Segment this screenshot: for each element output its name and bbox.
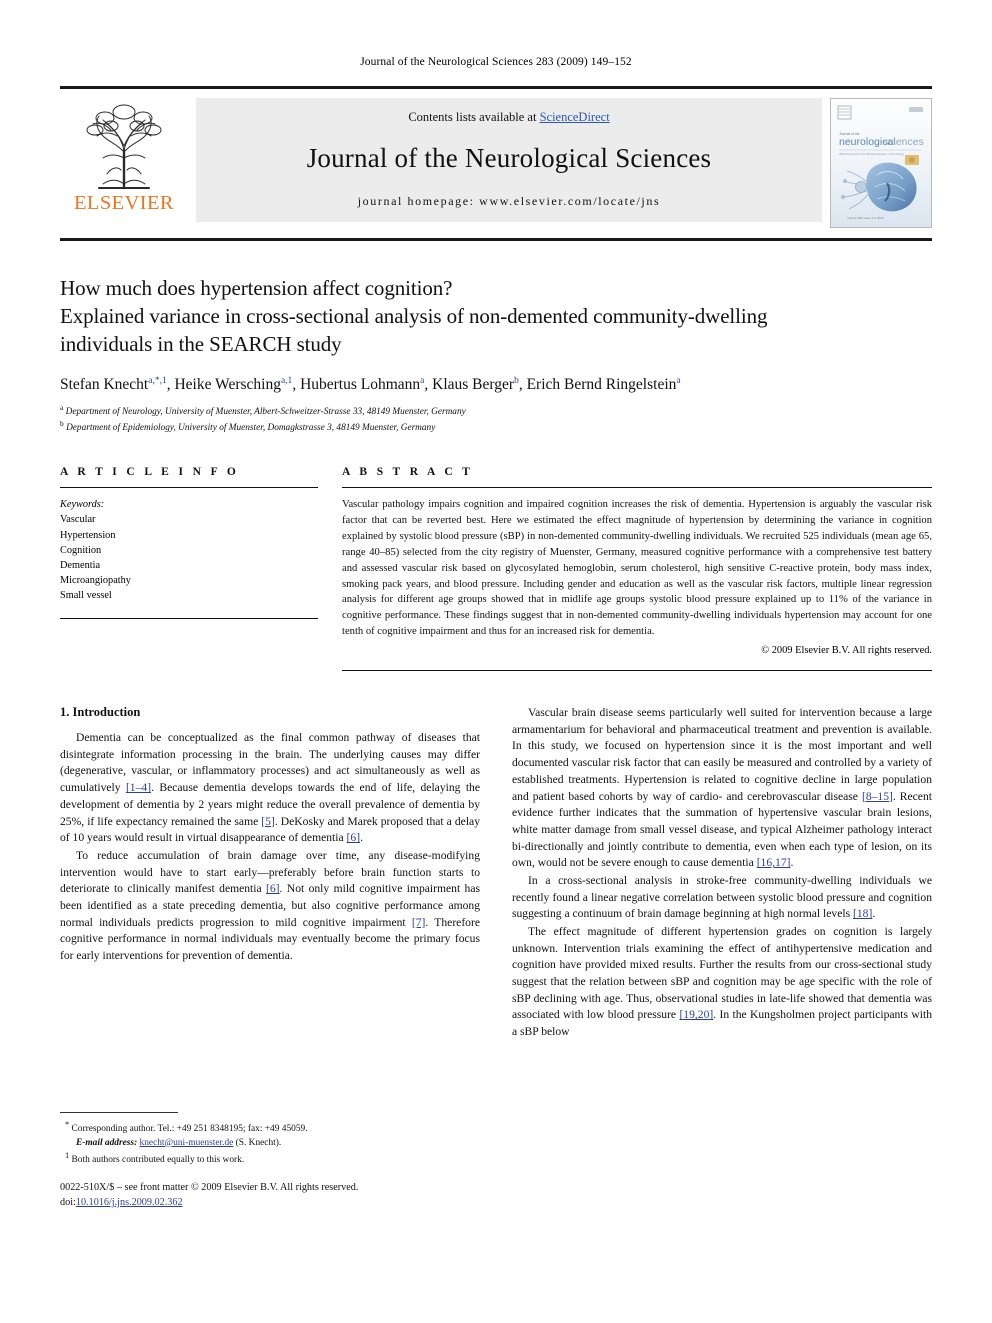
email-label: E-mail address: xyxy=(76,1137,138,1148)
masthead-center-box: Contents lists available at ScienceDirec… xyxy=(196,98,822,222)
footnote-mark: 1 xyxy=(65,1151,70,1161)
keyword-item: Vascular xyxy=(60,514,96,526)
paragraph: Dementia can be conceptualized as the fi… xyxy=(60,731,480,845)
doi-label: doi: xyxy=(60,1196,76,1208)
abstract-text: Vascular pathology impairs cognition and… xyxy=(342,499,932,638)
keywords-block: Keywords: Vascular Hypertension Cognitio… xyxy=(60,497,318,604)
abstract-bottom-rule xyxy=(342,670,932,672)
running-head: Journal of the Neurological Sciences 283… xyxy=(360,56,632,68)
paragraph: Vascular brain disease seems particularl… xyxy=(512,706,932,870)
affiliation-text: Department of Epidemiology, University o… xyxy=(66,423,436,434)
title-block: How much does hypertension affect cognit… xyxy=(60,275,932,436)
svg-text:Volume 283 Issue 1-2 2009: Volume 283 Issue 1-2 2009 xyxy=(847,216,884,220)
journal-title: Journal of the Neurological Sciences xyxy=(306,143,712,173)
author-affiliation-mark[interactable]: a xyxy=(420,376,424,386)
abstract-copyright: © 2009 Elsevier B.V. All rights reserved… xyxy=(761,645,932,657)
article-info-heading: A R T I C L E I N F O xyxy=(60,466,240,479)
article-info-bottom-rule xyxy=(60,617,318,619)
keyword-item: Small vessel xyxy=(60,590,112,602)
imprint-block: 0022-510X/$ – see front matter © 2009 El… xyxy=(60,1181,480,1210)
citation-link[interactable]: [19,20] xyxy=(679,1008,713,1021)
keywords-label: Keywords: xyxy=(60,499,105,511)
body-columns: 1. Introduction Dementia can be conceptu… xyxy=(60,705,932,1210)
footnote-corresponding-author: * Corresponding author. Tel.: +49 251 83… xyxy=(60,1119,480,1137)
citation-link[interactable]: [8–15] xyxy=(862,790,893,803)
section-heading-introduction: 1. Introduction xyxy=(60,705,141,720)
sciencedirect-link[interactable]: ScienceDirect xyxy=(540,110,610,124)
footnote-text: Corresponding author. Tel.: +49 251 8348… xyxy=(71,1124,308,1135)
info-abstract-row: A R T I C L E I N F O Keywords: Vascular… xyxy=(60,466,932,672)
footnote-mark: * xyxy=(65,1119,70,1129)
article-title-line-3: individuals in the SEARCH study xyxy=(60,331,342,356)
svg-text:sciences: sciences xyxy=(883,136,924,148)
author-list: Stefan Knechta,*,1, Heike Werschinga,1, … xyxy=(60,375,681,393)
article-page: Journal of the Neurological Sciences 283… xyxy=(0,0,992,1323)
author-affiliation-mark[interactable]: b xyxy=(514,376,519,386)
affiliation-mark: a xyxy=(60,402,64,412)
doi-line: doi:10.1016/j.jns.2009.02.362 xyxy=(60,1196,480,1210)
elsevier-logo: ELSEVIER xyxy=(60,98,188,214)
elsevier-wordmark: ELSEVIER xyxy=(74,192,174,214)
affiliation-text: Department of Neurology, University of M… xyxy=(65,407,466,418)
paragraph: The effect magnitude of different hypert… xyxy=(512,925,932,1039)
issn-frontmatter-line: 0022-510X/$ – see front matter © 2009 El… xyxy=(60,1182,359,1194)
citation-link[interactable]: [6] xyxy=(347,831,361,844)
abstract-heading: A B S T R A C T xyxy=(342,466,474,479)
journal-cover-image: Journal of the neurological sciences Off… xyxy=(831,99,931,227)
footnote-rule xyxy=(60,1111,178,1113)
affiliation-item: a Department of Neurology, University of… xyxy=(60,403,932,420)
elsevier-tree-icon xyxy=(86,104,162,190)
footnote-equal-contribution: 1 Both authors contributed equally to th… xyxy=(60,1150,480,1168)
email-link[interactable]: knecht@uni-muenster.de xyxy=(140,1138,234,1148)
contents-available-line: Contents lists available at ScienceDirec… xyxy=(206,110,812,125)
citation-link[interactable]: [16,17] xyxy=(757,856,791,869)
citation-link[interactable]: [5] xyxy=(261,815,275,828)
paragraph: To reduce accumulation of brain damage o… xyxy=(60,848,481,962)
keyword-item: Hypertension xyxy=(60,529,116,541)
contents-prefix: Contents lists available at xyxy=(408,110,540,124)
journal-homepage-link[interactable]: journal homepage: www.elsevier.com/locat… xyxy=(206,194,812,209)
keyword-item: Microangiopathy xyxy=(60,575,131,587)
journal-masthead: ELSEVIER Contents lists available at Sci… xyxy=(60,86,932,228)
journal-cover-thumbnail: Journal of the neurological sciences Off… xyxy=(830,98,932,228)
paragraph: In a cross-sectional analysis in stroke-… xyxy=(512,873,932,921)
author-affiliation-mark[interactable]: a,1 xyxy=(281,376,292,386)
body-column-left: 1. Introduction Dementia can be conceptu… xyxy=(60,705,480,1210)
author-affiliation-mark[interactable]: a xyxy=(676,376,680,386)
footnote-email: E-mail address: knecht@uni-muenster.de (… xyxy=(60,1137,480,1151)
doi-link[interactable]: 10.1016/j.jns.2009.02.362 xyxy=(76,1197,183,1208)
affiliation-list: a Department of Neurology, University of… xyxy=(60,403,932,436)
article-info-column: A R T I C L E I N F O Keywords: Vascular… xyxy=(60,466,318,671)
body-column-right: Vascular brain disease seems particularl… xyxy=(512,705,932,1210)
citation-link[interactable]: [1–4] xyxy=(126,781,151,794)
citation-link[interactable]: [6] xyxy=(266,882,280,895)
author-affiliation-mark[interactable]: a,*,1 xyxy=(148,376,166,386)
citation-link[interactable]: [7] xyxy=(412,916,426,929)
page-title: How much does hypertension affect cognit… xyxy=(60,275,932,359)
author-name: Stefan Knecht xyxy=(60,375,149,393)
author-name: Erich Bernd Ringelstein xyxy=(526,375,677,393)
abstract-column: A B S T R A C T Vascular pathology impai… xyxy=(342,466,932,672)
article-info-rule xyxy=(60,487,318,489)
keyword-item: Cognition xyxy=(60,544,102,556)
svg-text:Official Journal of the World: Official Journal of the World Federation… xyxy=(839,152,905,156)
author-name: Hubertus Lohmann xyxy=(300,375,421,393)
keyword-item: Dementia xyxy=(60,559,101,571)
article-title-line-2: Explained variance in cross-sectional an… xyxy=(60,303,768,328)
citation-link[interactable]: [18] xyxy=(853,907,872,920)
footnote-block: * Corresponding author. Tel.: +49 251 83… xyxy=(60,1111,480,1210)
article-title-line-1: How much does hypertension affect cognit… xyxy=(60,276,453,300)
affiliation-mark: b xyxy=(60,419,64,429)
affiliation-item: b Department of Epidemiology, University… xyxy=(60,419,932,436)
abstract-rule xyxy=(342,487,932,489)
author-name: Heike Wersching xyxy=(174,375,281,393)
footnote-text: Both authors contributed equally to this… xyxy=(71,1155,245,1166)
author-name: Klaus Berger xyxy=(432,375,515,393)
masthead-bottom-rule xyxy=(60,238,932,241)
email-owner: (S. Knecht). xyxy=(235,1137,282,1148)
